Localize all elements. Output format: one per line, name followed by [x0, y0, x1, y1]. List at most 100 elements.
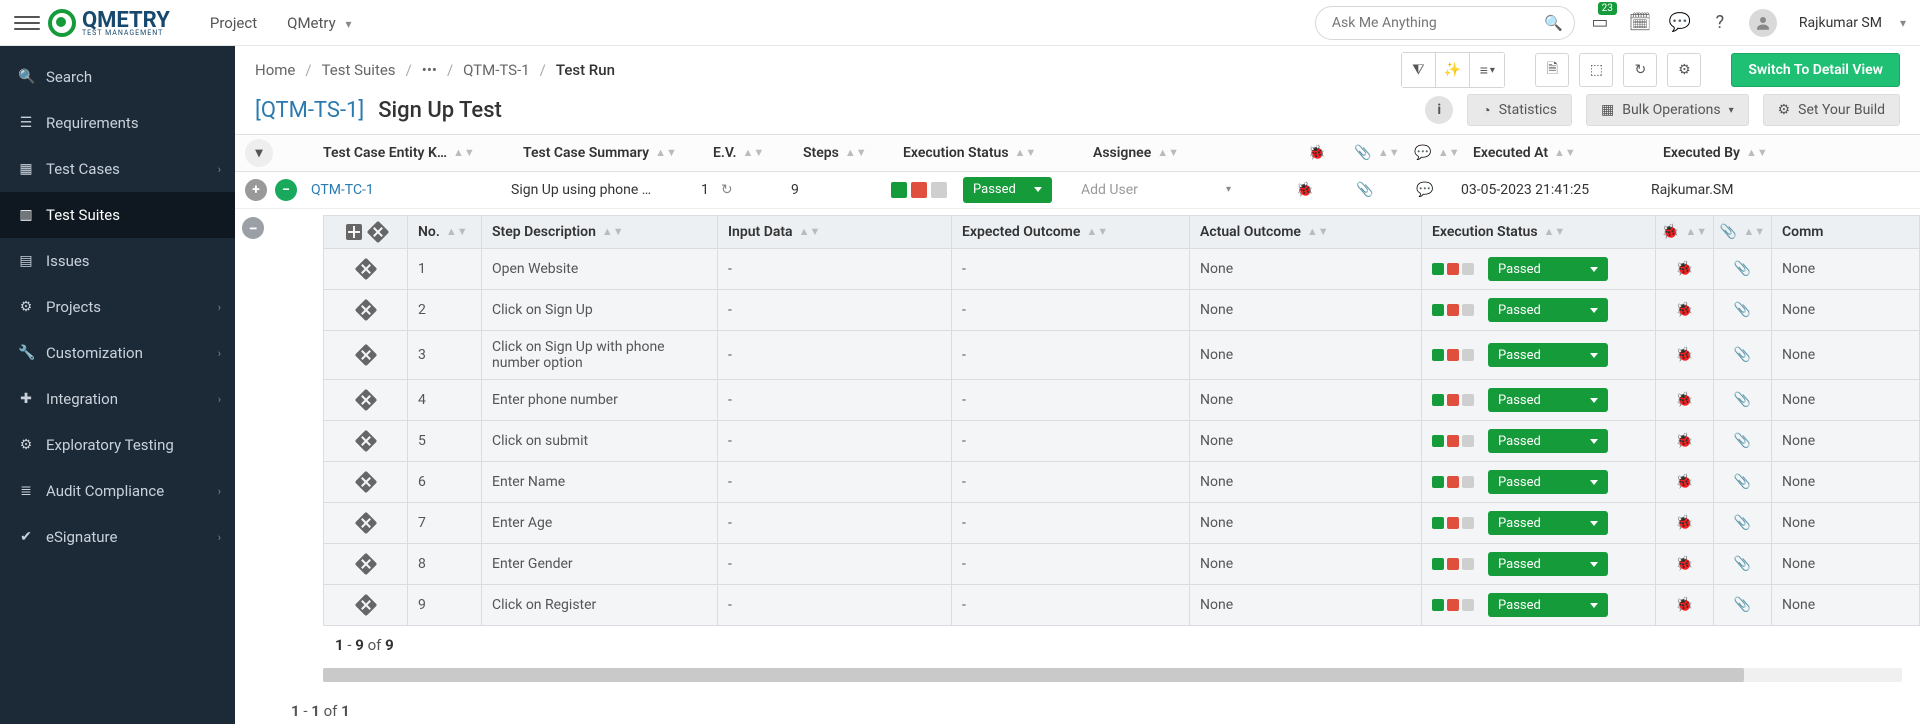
archive-button[interactable]: ⬚	[1579, 53, 1613, 87]
export-pdf-button[interactable]: 🗎	[1535, 53, 1569, 87]
sort-icon[interactable]: ▲▼	[1685, 228, 1707, 236]
sort-icon[interactable]: ▲▼	[1086, 228, 1108, 236]
switch-detail-view-button[interactable]: Switch To Detail View	[1731, 53, 1900, 87]
sidebar-item-test-cases[interactable]: ▦Test Cases›	[0, 146, 235, 192]
col-summary[interactable]: Test Case Summary	[523, 145, 649, 161]
status-swatches[interactable]	[891, 182, 947, 198]
sort-icon[interactable]: ▲▼	[1015, 149, 1037, 157]
sort-icon[interactable]: ▲▼	[1438, 149, 1460, 157]
help-button[interactable]: ?	[1709, 12, 1731, 34]
sidebar-item-issues[interactable]: ▤Issues	[0, 238, 235, 284]
expand-step-icon[interactable]	[354, 344, 377, 367]
horizontal-scrollbar[interactable]	[323, 668, 1902, 682]
step-row[interactable]: 5Click on submit--NonePassed🐞📎None	[323, 421, 1920, 462]
col-exec-status[interactable]: Execution Status	[903, 145, 1009, 161]
hamburger-menu[interactable]	[14, 10, 40, 36]
bug-icon[interactable]: 🐞	[1676, 433, 1693, 449]
bug-icon[interactable]: 🐞	[1676, 474, 1693, 490]
step-swatches[interactable]	[1432, 263, 1474, 275]
sort-icon[interactable]: ▲▼	[1157, 149, 1179, 157]
sort-icon[interactable]: ▲▼	[446, 228, 468, 236]
user-avatar[interactable]	[1749, 9, 1777, 37]
column-filter-button[interactable]: ▾	[245, 139, 273, 167]
step-status-dropdown[interactable]: Passed	[1488, 257, 1608, 281]
magic-button[interactable]: ✨	[1436, 53, 1470, 87]
app-logo[interactable]: QMETRY TEST MANAGEMENT	[48, 8, 170, 37]
step-row[interactable]: 2Click on Sign Up--NonePassed🐞📎None	[323, 290, 1920, 331]
col-comm[interactable]: Comm	[1782, 224, 1823, 240]
notifications-button[interactable]: ▭ 23	[1589, 12, 1611, 34]
sort-icon[interactable]: ▲▼	[1378, 149, 1400, 157]
expand-step-icon[interactable]	[354, 299, 377, 322]
project-dropdown[interactable]: QMetry ▾	[287, 14, 351, 32]
col-exec-by[interactable]: Executed By	[1663, 145, 1740, 161]
assignee-dropdown[interactable]: Add User ▾	[1081, 176, 1231, 204]
sort-icon[interactable]: ▲▼	[602, 228, 624, 236]
col-ev[interactable]: E.V.	[713, 145, 736, 161]
sort-icon[interactable]: ▲▼	[799, 228, 821, 236]
sidebar-item-test-suites[interactable]: ▥Test Suites	[0, 192, 235, 238]
bug-icon[interactable]: 🐞	[1296, 182, 1313, 198]
refresh-small-icon[interactable]: ↻	[721, 182, 733, 198]
attachment-icon[interactable]: 📎	[1356, 182, 1373, 198]
col-step-exec[interactable]: Execution Status	[1432, 224, 1538, 240]
step-swatches[interactable]	[1432, 517, 1474, 529]
clear-filter-button[interactable]: ⧨	[1402, 53, 1436, 87]
sort-icon[interactable]: ▲▼	[742, 149, 764, 157]
sort-icon[interactable]: ▲▼	[1544, 228, 1566, 236]
col-input-data[interactable]: Input Data	[728, 224, 793, 240]
col-actual[interactable]: Actual Outcome	[1200, 224, 1301, 240]
expand-step-icon[interactable]	[354, 594, 377, 617]
step-status-dropdown[interactable]: Passed	[1488, 429, 1608, 453]
col-step-no[interactable]: No.	[418, 224, 440, 240]
refresh-button[interactable]: ↻	[1623, 53, 1657, 87]
sort-icon[interactable]: ▲▼	[845, 149, 867, 157]
step-swatches[interactable]	[1432, 599, 1474, 611]
breadcrumb-ts-key[interactable]: QTM-TS-1	[463, 61, 530, 79]
expand-step-icon[interactable]	[354, 512, 377, 535]
bug-icon[interactable]: 🐞	[1676, 556, 1693, 572]
expand-step-icon[interactable]	[354, 389, 377, 412]
calendar-button[interactable]: 🗓	[1629, 12, 1651, 34]
attachment-header-icon[interactable]: 📎	[1354, 145, 1371, 161]
attachment-header-icon[interactable]: 📎	[1720, 224, 1737, 240]
sidebar-item-requirements[interactable]: ☰Requirements	[0, 100, 235, 146]
step-swatches[interactable]	[1432, 476, 1474, 488]
bug-header-icon[interactable]: 🐞	[1662, 224, 1679, 240]
bug-icon[interactable]: 🐞	[1676, 597, 1693, 613]
bug-icon[interactable]: 🐞	[1676, 347, 1693, 363]
sort-icon[interactable]: ▲▼	[1743, 228, 1765, 236]
bulk-operations-button[interactable]: ▦ Bulk Operations ▾	[1586, 94, 1749, 126]
step-row[interactable]: 9Click on Register--NonePassed🐞📎None	[323, 585, 1920, 626]
tc-key[interactable]: QTM-TC-1	[311, 182, 374, 198]
user-name[interactable]: Rajkumar SM	[1799, 15, 1882, 31]
col-exec-at[interactable]: Executed At	[1473, 145, 1548, 161]
breadcrumb-ellipsis[interactable]: •••	[422, 61, 437, 79]
step-row[interactable]: 8Enter Gender--NonePassed🐞📎None	[323, 544, 1920, 585]
collapse-steps-button[interactable]: −	[242, 217, 264, 239]
expand-step-icon[interactable]	[354, 471, 377, 494]
sort-icon[interactable]: ▲▼	[1554, 149, 1576, 157]
comment-header-icon[interactable]: 💬	[1414, 145, 1431, 161]
step-row[interactable]: 1Open Website--NonePassed🐞📎None	[323, 249, 1920, 290]
sort-icon[interactable]: ▲▼	[655, 149, 677, 157]
step-status-dropdown[interactable]: Passed	[1488, 298, 1608, 322]
bug-icon[interactable]: 🐞	[1676, 302, 1693, 318]
col-expected[interactable]: Expected Outcome	[962, 224, 1080, 240]
sidebar-item-exploratory-testing[interactable]: ⚙Exploratory Testing	[0, 422, 235, 468]
step-row[interactable]: 4Enter phone number--NonePassed🐞📎None	[323, 380, 1920, 421]
step-row[interactable]: 3Click on Sign Up with phone number opti…	[323, 331, 1920, 380]
sort-icon[interactable]: ▲▼	[1746, 149, 1768, 157]
sidebar-item-search[interactable]: 🔍Search	[0, 54, 235, 100]
expand-all-icon[interactable]	[346, 224, 362, 240]
step-status-dropdown[interactable]: Passed	[1488, 552, 1608, 576]
attachment-icon[interactable]: 📎	[1734, 302, 1751, 318]
project-label[interactable]: Project	[210, 14, 257, 32]
step-status-dropdown[interactable]: Passed	[1488, 470, 1608, 494]
sort-button[interactable]: ≡▾	[1470, 53, 1504, 87]
col-step-desc[interactable]: Step Description	[492, 224, 596, 240]
bug-icon[interactable]: 🐞	[1676, 261, 1693, 277]
test-case-row[interactable]: + − QTM-TC-1 Sign Up using phone … 1↻ 9 …	[235, 172, 1920, 209]
user-menu-chevron-icon[interactable]: ▾	[1900, 16, 1906, 30]
expand-step-icon[interactable]	[354, 258, 377, 281]
